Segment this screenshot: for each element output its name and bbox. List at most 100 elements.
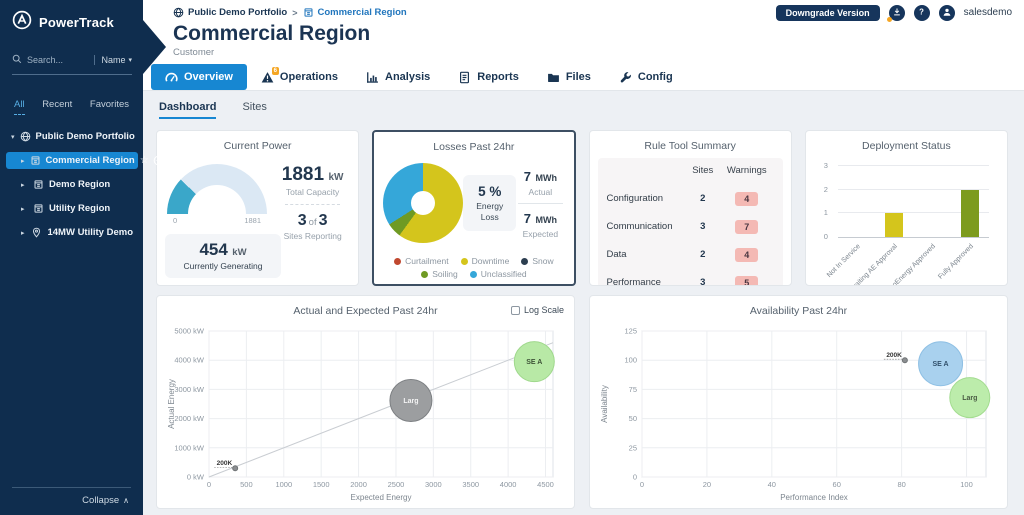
breadcrumb-item-public-demo-portfolio[interactable]: Public Demo Portfolio <box>173 7 287 18</box>
legend-dot <box>421 271 428 278</box>
deployment-bar-fully-approved[interactable] <box>961 190 979 237</box>
sidebar-collapse-button[interactable]: Collapse∧ <box>12 487 131 515</box>
svg-text:?: ? <box>919 7 924 16</box>
rule-row-label: Data <box>607 242 686 267</box>
svg-text:Performance Index: Performance Index <box>780 493 848 502</box>
checkbox-icon[interactable] <box>511 306 520 315</box>
deployment-category-label: Awaiting AE Approval <box>838 243 900 286</box>
availability-chart-card: Availability Past 24hr 02040608010002550… <box>589 295 1008 509</box>
actual-expected-scatter-plot: 0500100015002000250030003500400045000 kW… <box>165 323 566 503</box>
card-title: Current Power <box>165 140 350 152</box>
download-icon[interactable] <box>889 5 905 21</box>
help-icon[interactable]: ? <box>914 5 930 21</box>
warnings-badge[interactable]: 4 <box>735 192 758 206</box>
svg-text:0 kW: 0 kW <box>187 473 205 482</box>
svg-text:3000 kW: 3000 kW <box>174 385 205 394</box>
losses-stats: 7 MWh Actual 7 MWh Expected <box>516 168 564 239</box>
legend-item-unclassified[interactable]: Unclassified <box>470 269 527 279</box>
user-avatar-icon[interactable] <box>939 5 955 21</box>
powertrack-app: PowerTrack Name ▾ AllRecentFavorites ▾Pu… <box>0 0 1024 515</box>
warnings-badge[interactable]: 7 <box>735 220 758 234</box>
building-icon <box>30 155 41 166</box>
rule-tool-card: Rule Tool Summary SitesWarningsConfigura… <box>589 130 792 286</box>
tab-analysis[interactable]: Analysis <box>352 64 444 90</box>
svg-text:200K: 200K <box>217 460 233 467</box>
chevron-right-icon[interactable]: ▸ <box>21 229 26 237</box>
availability-scatter-plot: 0204060801000255075100125200KSE ALargPer… <box>598 323 999 503</box>
scatter-svg: 0204060801000255075100125200KSE ALargPer… <box>598 323 996 503</box>
logo-row: PowerTrack <box>0 0 143 35</box>
sidebar-tab-favorites[interactable]: Favorites <box>90 99 129 115</box>
rule-row-label: Communication <box>607 214 686 239</box>
losses-donut-chart <box>383 163 463 243</box>
site-bubble-200k[interactable] <box>233 466 238 471</box>
favorite-star-icon[interactable]: ☆ <box>140 155 149 166</box>
chevron-right-icon[interactable]: ▸ <box>21 181 28 189</box>
tab-config[interactable]: Config <box>605 64 687 90</box>
search-filter-dropdown[interactable]: Name ▾ <box>94 55 132 65</box>
svg-text:0: 0 <box>640 480 644 489</box>
card-title: Losses Past 24hr <box>382 141 565 153</box>
card-title: Actual and Expected Past 24hr <box>165 305 566 317</box>
svg-text:2000: 2000 <box>350 480 367 489</box>
chart-icon <box>366 71 379 84</box>
svg-text:100: 100 <box>624 356 637 365</box>
card-title: Rule Tool Summary <box>598 140 783 152</box>
card-title: Availability Past 24hr <box>598 305 999 317</box>
sidebar-notch <box>143 20 166 74</box>
sidebar-item-demo-region[interactable]: ▸Demo Region <box>6 176 138 193</box>
legend-item-soiling[interactable]: Soiling <box>421 269 458 279</box>
chevron-right-icon[interactable]: ▸ <box>21 205 28 213</box>
svg-text:5000 kW: 5000 kW <box>174 327 205 336</box>
sidebar-item-commercial-region[interactable]: ▸Commercial Region☆ <box>6 152 138 169</box>
building-icon <box>33 203 44 214</box>
current-power-stats: 1881 kW Total Capacity 3of3 Sites Report… <box>275 158 350 278</box>
svg-text:1500: 1500 <box>313 480 330 489</box>
sidebar-item-utility-region[interactable]: ▸Utility Region <box>6 200 138 217</box>
subtab-sites[interactable]: Sites <box>242 101 266 119</box>
deployment-category-labels: Not In ServiceAwaiting AE ApprovalAlsoEn… <box>838 238 989 286</box>
folder-icon <box>547 71 560 84</box>
sidebar-item-public-demo-portfolio[interactable]: ▾Public Demo Portfolio <box>6 128 138 145</box>
sidebar-item-14mw-utility-demo[interactable]: ▸14MW Utility Demo <box>6 224 138 241</box>
site-bubble-200k[interactable] <box>902 358 907 363</box>
log-scale-checkbox[interactable]: Log Scale <box>511 305 564 315</box>
breadcrumb-item-commercial-region[interactable]: Commercial Region <box>303 7 407 18</box>
subtab-dashboard[interactable]: Dashboard <box>159 101 216 119</box>
chevron-down-icon[interactable]: ▾ <box>11 133 15 141</box>
svg-text:4000 kW: 4000 kW <box>174 356 205 365</box>
legend-item-snow[interactable]: Snow <box>521 256 553 266</box>
tab-files[interactable]: Files <box>533 64 605 90</box>
rule-sites-count: 3 <box>686 270 720 287</box>
warnings-badge[interactable]: 5 <box>735 276 758 286</box>
add-circle-icon[interactable] <box>153 155 164 166</box>
summary-cards-row: Current Power 0 1881 454 kW Currently Ge… <box>156 130 1008 286</box>
tab-reports[interactable]: Reports <box>444 64 533 90</box>
svg-text:0: 0 <box>633 473 637 482</box>
search-input[interactable] <box>27 55 89 65</box>
downgrade-version-button[interactable]: Downgrade Version <box>776 5 880 21</box>
chevron-right-icon[interactable]: ▸ <box>21 157 25 165</box>
page-subtitle: Customer <box>173 47 1012 58</box>
currently-generating-box: 454 kW Currently Generating <box>165 234 281 278</box>
legend-item-downtime[interactable]: Downtime <box>461 256 510 266</box>
notification-dot <box>887 17 892 22</box>
app-name: PowerTrack <box>39 15 114 30</box>
rule-sites-count: 2 <box>686 186 720 211</box>
tab-operations[interactable]: 6Operations <box>247 64 352 90</box>
svg-text:SE A: SE A <box>933 361 949 368</box>
legend-dot <box>521 258 528 265</box>
svg-text:100: 100 <box>960 480 973 489</box>
sidebar-tab-recent[interactable]: Recent <box>42 99 72 115</box>
chevron-down-icon: ▾ <box>128 56 132 64</box>
sidebar-tab-all[interactable]: All <box>14 99 25 115</box>
legend-item-curtailment[interactable]: Curtailment <box>394 256 448 266</box>
svg-text:4000: 4000 <box>500 480 517 489</box>
deployment-bar-awaiting-ae-approval[interactable] <box>885 213 903 237</box>
svg-text:125: 125 <box>624 327 637 336</box>
svg-text:2500: 2500 <box>388 480 405 489</box>
svg-text:200K: 200K <box>886 352 902 359</box>
deployment-bar-chart: 0123 <box>838 166 989 238</box>
dashboard-content: DashboardSites Current Power 0 1881 454 <box>143 91 1024 515</box>
warnings-badge[interactable]: 4 <box>735 248 758 262</box>
